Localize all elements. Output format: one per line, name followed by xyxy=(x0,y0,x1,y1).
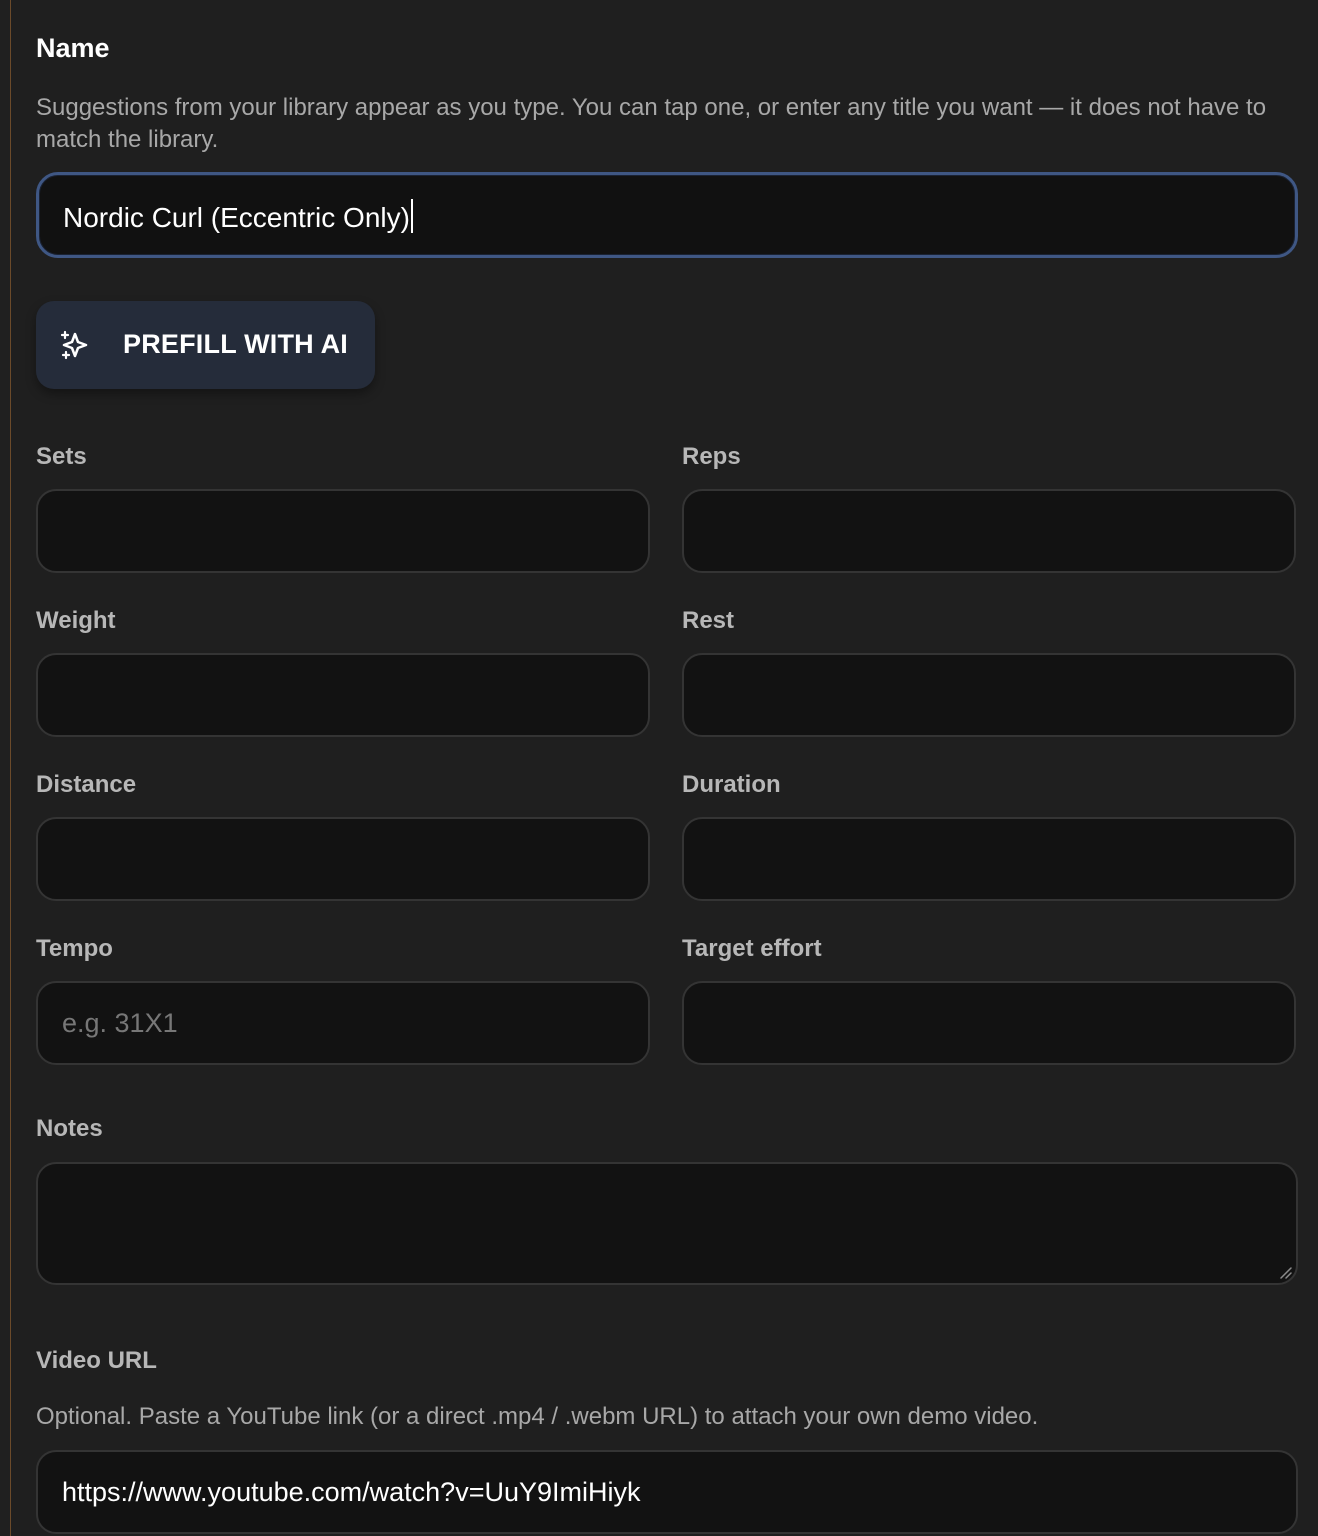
notes-textarea[interactable] xyxy=(36,1162,1298,1285)
notes-label: Notes xyxy=(36,1115,103,1142)
name-input-value: Nordic Curl (Eccentric Only) xyxy=(63,199,413,234)
sets-label: Sets xyxy=(36,443,87,470)
reps-input[interactable] xyxy=(682,489,1296,573)
prefill-with-ai-button[interactable]: PREFILL WITH AI xyxy=(36,301,375,389)
rest-input-control[interactable] xyxy=(684,655,1294,735)
tempo-input[interactable] xyxy=(36,981,650,1065)
name-input[interactable]: Nordic Curl (Eccentric Only) xyxy=(36,172,1298,258)
sets-input[interactable] xyxy=(36,489,650,573)
distance-label: Distance xyxy=(36,771,137,798)
target-effort-input-control[interactable] xyxy=(684,983,1294,1063)
weight-label: Weight xyxy=(36,607,116,634)
resize-handle-icon[interactable] xyxy=(1278,1265,1292,1279)
duration-input-control[interactable] xyxy=(684,819,1294,899)
video-url-label: Video URL xyxy=(36,1347,157,1374)
tempo-input-control[interactable] xyxy=(38,983,648,1063)
target-effort-input[interactable] xyxy=(682,981,1296,1065)
target-effort-label: Target effort xyxy=(682,935,822,962)
sets-input-control[interactable] xyxy=(38,491,648,571)
text-cursor xyxy=(410,199,413,233)
distance-input[interactable] xyxy=(36,817,650,901)
tempo-label: Tempo xyxy=(36,935,113,962)
sparkle-icon xyxy=(60,330,88,360)
prefill-with-ai-label: PREFILL WITH AI xyxy=(123,329,348,359)
reps-label: Reps xyxy=(682,443,741,470)
rest-label: Rest xyxy=(682,607,735,634)
weight-input[interactable] xyxy=(36,653,650,737)
weight-input-control[interactable] xyxy=(38,655,648,735)
reps-input-control[interactable] xyxy=(684,491,1294,571)
duration-input[interactable] xyxy=(682,817,1296,901)
duration-label: Duration xyxy=(682,771,781,798)
rest-input[interactable] xyxy=(682,653,1296,737)
name-help-text: Suggestions from your library appear as … xyxy=(36,94,1267,153)
video-url-help-text: Optional. Paste a YouTube link (or a dir… xyxy=(36,1403,1039,1430)
distance-input-control[interactable] xyxy=(38,819,648,899)
notes-textarea-control[interactable] xyxy=(38,1164,1296,1283)
video-url-input-control[interactable] xyxy=(38,1452,1296,1532)
left-rail-divider xyxy=(0,0,11,1536)
name-label: Name xyxy=(36,33,110,63)
video-url-input[interactable] xyxy=(36,1450,1298,1534)
